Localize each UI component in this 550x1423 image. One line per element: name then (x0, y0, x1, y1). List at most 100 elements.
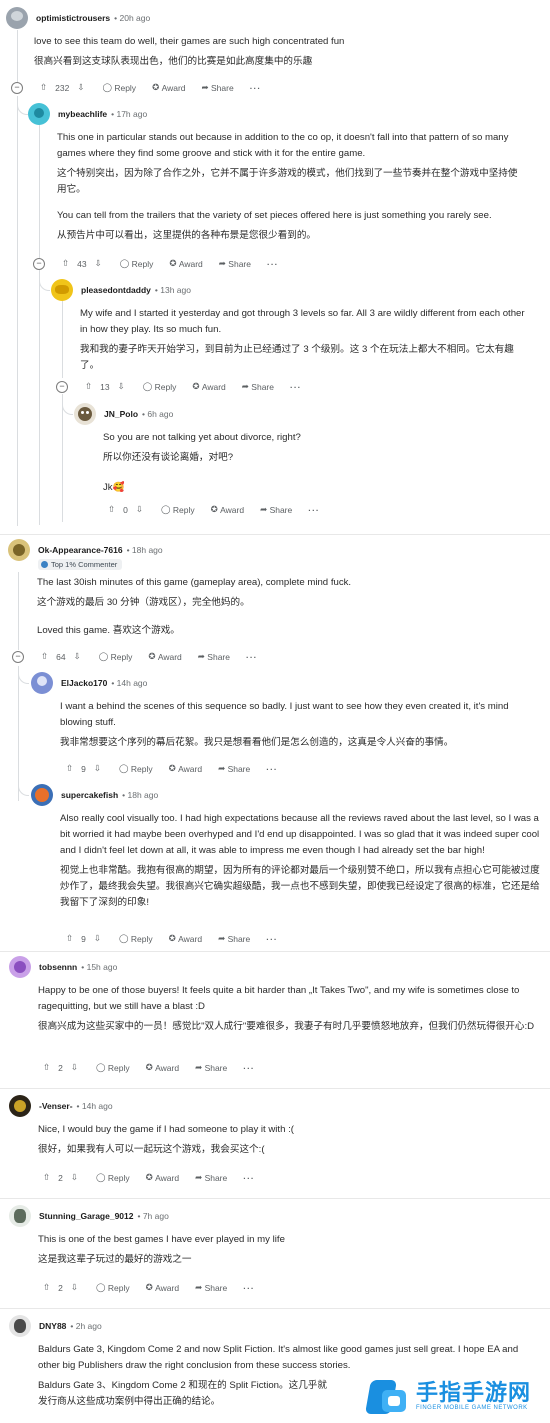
upvote-icon[interactable]: ⇧ (43, 1172, 50, 1183)
avatar[interactable] (31, 784, 53, 806)
more-options-button[interactable]: ··· (266, 934, 278, 944)
share-button[interactable]: ➦ Share (202, 82, 234, 93)
share-icon: ➦ (241, 381, 249, 391)
downvote-icon[interactable]: ⇩ (74, 651, 81, 662)
timestamp: • 14h ago (111, 678, 148, 688)
reply-button[interactable]: ◯ Reply (102, 82, 136, 93)
collapse-thread-button[interactable]: − (11, 82, 23, 94)
avatar[interactable] (9, 1095, 31, 1117)
share-button[interactable]: ➦ Share (198, 651, 230, 662)
username[interactable]: ElJacko170 (61, 678, 107, 688)
share-button[interactable]: ➦ Share (242, 381, 274, 392)
comment-text: 从预告片中可以看出，这里提供的各种布景是您很少看到的。 (57, 230, 317, 241)
share-button[interactable]: ➦ Share (218, 933, 250, 944)
share-button[interactable]: ➦ Share (195, 1172, 227, 1183)
award-button[interactable]: ✪ Award (192, 381, 225, 392)
more-options-button[interactable]: ··· (266, 764, 278, 774)
reply-button[interactable]: ◯ Reply (96, 1062, 130, 1073)
downvote-icon[interactable]: ⇩ (94, 933, 101, 944)
thread-line (17, 30, 18, 90)
avatar[interactable] (31, 672, 53, 694)
award-icon: ✪ (210, 504, 218, 514)
award-button[interactable]: ✪ Award (148, 651, 181, 662)
reply-button[interactable]: ◯ Reply (143, 381, 177, 392)
upvote-icon[interactable]: ⇧ (43, 1282, 50, 1293)
award-button[interactable]: ✪ Award (211, 504, 244, 515)
avatar[interactable] (9, 1315, 31, 1337)
more-options-button[interactable]: ··· (243, 1173, 255, 1183)
reply-button[interactable]: ◯ Reply (96, 1282, 130, 1293)
username[interactable]: tobsennn (39, 962, 77, 972)
more-options-button[interactable]: ··· (308, 505, 320, 515)
downvote-icon[interactable]: ⇩ (118, 381, 125, 392)
comment-header: mybeachlife • 17h ago (28, 103, 147, 125)
share-button[interactable]: ➦ Share (218, 763, 250, 774)
collapse-thread-button[interactable]: − (33, 258, 45, 270)
upvote-icon[interactable]: ⇧ (108, 504, 115, 515)
reply-button[interactable]: ◯ Reply (120, 258, 154, 269)
award-button[interactable]: ✪ Award (169, 933, 202, 944)
award-button[interactable]: ✪ Award (169, 258, 202, 269)
thread-line (39, 124, 40, 258)
username[interactable]: optimistictrousers (36, 13, 110, 23)
collapse-thread-button[interactable]: − (12, 651, 24, 663)
username[interactable]: mybeachlife (58, 109, 107, 119)
username[interactable]: -Venser- (39, 1101, 73, 1111)
downvote-icon[interactable]: ⇩ (71, 1282, 78, 1293)
avatar[interactable] (6, 7, 28, 29)
comment-text: This one in particular stands out becaus… (57, 132, 509, 159)
award-button[interactable]: ✪ Award (146, 1172, 179, 1183)
share-button[interactable]: ➦ Share (195, 1062, 227, 1073)
username[interactable]: Ok-Appearance-7616 (38, 545, 123, 555)
collapse-thread-button[interactable]: − (56, 381, 68, 393)
upvote-icon[interactable]: ⇧ (43, 1062, 50, 1073)
reply-icon: ◯ (119, 258, 130, 268)
more-options-button[interactable]: ··· (250, 83, 262, 93)
award-button[interactable]: ✪ Award (169, 763, 202, 774)
more-options-button[interactable]: ··· (243, 1283, 255, 1293)
downvote-icon[interactable]: ⇩ (77, 82, 84, 93)
comment-body: The last 30ish minutes of this game (gam… (37, 575, 537, 643)
upvote-icon[interactable]: ⇧ (41, 651, 48, 662)
reply-button[interactable]: ◯ Reply (119, 933, 153, 944)
more-options-button[interactable]: ··· (267, 259, 279, 269)
username[interactable]: supercakefish (61, 790, 118, 800)
username[interactable]: DNY88 (39, 1321, 66, 1331)
username[interactable]: Stunning_Garage_9012 (39, 1211, 133, 1221)
avatar[interactable] (8, 539, 30, 561)
more-options-button[interactable]: ··· (246, 652, 258, 662)
downvote-icon[interactable]: ⇩ (71, 1172, 78, 1183)
username[interactable]: pleasedontdaddy (81, 285, 151, 295)
reply-button[interactable]: ◯ Reply (96, 1172, 130, 1183)
more-options-button[interactable]: ··· (290, 382, 302, 392)
upvote-icon[interactable]: ⇧ (66, 933, 73, 944)
downvote-icon[interactable]: ⇩ (95, 258, 102, 269)
upvote-icon[interactable]: ⇧ (85, 381, 92, 392)
reply-button[interactable]: ◯ Reply (119, 763, 153, 774)
downvote-icon[interactable]: ⇩ (94, 763, 101, 774)
upvote-icon[interactable]: ⇧ (62, 258, 69, 269)
share-button[interactable]: ➦ Share (219, 258, 251, 269)
more-options-button[interactable]: ··· (243, 1063, 255, 1073)
avatar[interactable] (28, 103, 50, 125)
timestamp: • 2h ago (70, 1321, 102, 1331)
award-button[interactable]: ✪ Award (152, 82, 185, 93)
username[interactable]: JN_Polo (104, 409, 138, 419)
reply-button[interactable]: ◯ Reply (161, 504, 195, 515)
comment-actions: ⇧ 9 ⇩ ◯ Reply ✪ Award ➦ Share ··· (62, 933, 294, 944)
avatar[interactable] (9, 1205, 31, 1227)
downvote-icon[interactable]: ⇩ (71, 1062, 78, 1073)
comment-body: So you are not talking yet about divorce… (103, 430, 523, 500)
award-button[interactable]: ✪ Award (146, 1062, 179, 1073)
avatar[interactable] (74, 403, 96, 425)
share-button[interactable]: ➦ Share (260, 504, 292, 515)
upvote-icon[interactable]: ⇧ (40, 82, 47, 93)
timestamp: • 13h ago (154, 285, 191, 295)
downvote-icon[interactable]: ⇩ (136, 504, 143, 515)
award-button[interactable]: ✪ Award (146, 1282, 179, 1293)
avatar[interactable] (51, 279, 73, 301)
upvote-icon[interactable]: ⇧ (66, 763, 73, 774)
reply-button[interactable]: ◯ Reply (99, 651, 133, 662)
share-button[interactable]: ➦ Share (195, 1282, 227, 1293)
avatar[interactable] (9, 956, 31, 978)
